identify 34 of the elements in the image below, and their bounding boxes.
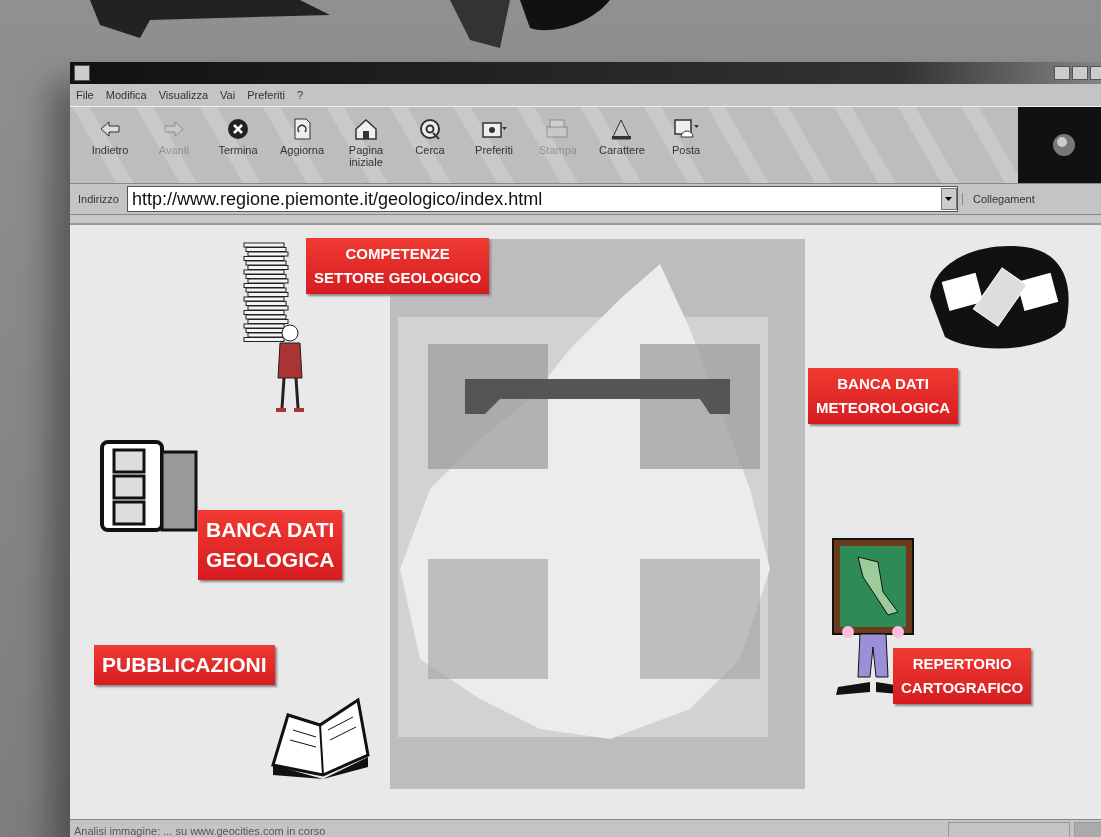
section-link[interactable]: REPERTORIO CARTOGRAFICO xyxy=(893,648,1032,704)
toolbar-button[interactable]: Indietro xyxy=(80,115,140,159)
dropdown-button[interactable] xyxy=(940,188,957,210)
stop-icon xyxy=(225,117,251,141)
home-icon xyxy=(353,117,379,141)
toolbar-button[interactable]: Posta xyxy=(656,115,716,159)
menu-item[interactable]: File xyxy=(76,89,94,101)
toolbar-button[interactable]: Aggiorna xyxy=(272,115,332,159)
section-link[interactable]: COMPETENZE SETTORE GEOLOGICO xyxy=(306,238,490,294)
section-link[interactable]: BANCA DATI GEOLOGICA xyxy=(198,510,343,580)
app-icon xyxy=(74,65,90,81)
maximize-button[interactable] xyxy=(1072,66,1088,80)
toolbar-button[interactable]: Pagina iniziale xyxy=(336,115,396,171)
printer-icon xyxy=(545,117,571,141)
minimize-button[interactable] xyxy=(1054,66,1070,80)
status-text: Analisi immagine: ... su www.geocities.com in corso xyxy=(74,825,327,837)
toolbar-button[interactable]: Cerca xyxy=(400,115,460,159)
caret-icon xyxy=(945,197,953,201)
menu-item[interactable]: Preferiti xyxy=(247,89,286,101)
url-text: http://www.regione.piemonte.it/geologico/index.html xyxy=(131,188,543,210)
links-button[interactable]: Collegament xyxy=(961,193,1035,205)
address-label: Indirizzo xyxy=(77,193,120,205)
search-icon xyxy=(417,117,443,141)
section-link[interactable]: PUBBLICAZIONI xyxy=(94,645,275,685)
section-link[interactable]: BANCA DATI METEOROLOGICA xyxy=(808,368,959,424)
menu-item[interactable]: Modifica xyxy=(105,89,147,101)
menu-item[interactable]: Vai xyxy=(220,89,236,101)
menu-item[interactable]: ? xyxy=(297,89,304,101)
toolbar-button[interactable]: Carattere xyxy=(592,115,652,159)
mail-icon xyxy=(673,117,699,141)
menu-item[interactable]: Visualizza xyxy=(158,89,209,101)
toolbar-button[interactable]: Termina xyxy=(208,115,268,159)
toolbar-button[interactable]: Preferiti xyxy=(464,115,524,159)
address-field[interactable]: http://www.regione.piemonte.it/geologico/index.html xyxy=(126,186,958,212)
